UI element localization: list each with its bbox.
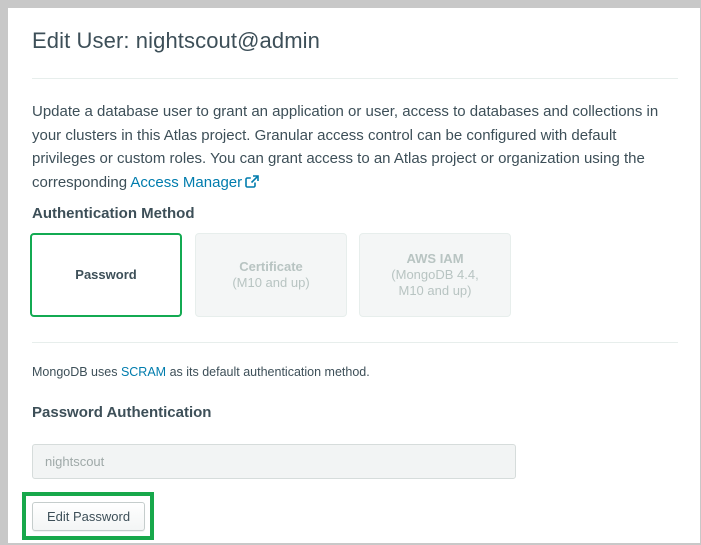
scram-note-prefix: MongoDB uses — [32, 365, 121, 379]
access-manager-link[interactable]: Access Manager — [130, 174, 259, 191]
access-manager-link-label: Access Manager — [130, 173, 243, 191]
edit-password-button[interactable]: Edit Password — [32, 502, 145, 531]
auth-option-title: AWS IAM — [406, 251, 464, 266]
modal-description: Update a database user to grant an appli… — [32, 100, 680, 195]
modal-title: Edit User: nightscout@admin — [32, 28, 320, 53]
external-link-icon — [245, 172, 259, 196]
auth-method-label: Authentication Method — [32, 205, 195, 222]
auth-divider — [32, 342, 678, 343]
auth-option-subtitle: (MongoDB 4.4, M10 and up) — [391, 267, 479, 298]
auth-option-title: Certificate — [239, 259, 303, 274]
auth-option-aws-iam: AWS IAM (MongoDB 4.4, M10 and up) — [359, 233, 511, 317]
title-divider — [32, 78, 678, 79]
auth-option-subtitle: (M10 and up) — [232, 275, 310, 290]
scram-note: MongoDB uses SCRAM as its default authen… — [32, 365, 370, 379]
auth-option-password[interactable]: Password — [30, 233, 182, 317]
auth-option-certificate: Certificate (M10 and up) — [195, 233, 347, 317]
screenshot-frame: Edit User: nightscout@admin Update a dat… — [0, 0, 701, 545]
scram-note-suffix: as its default authentication method. — [166, 365, 370, 379]
auth-option-title: Password — [75, 267, 137, 282]
username-input — [32, 444, 516, 479]
scram-link[interactable]: SCRAM — [121, 365, 166, 379]
password-auth-label: Password Authentication — [32, 404, 212, 421]
description-text: Update a database user to grant an appli… — [32, 103, 659, 191]
edit-user-modal: Edit User: nightscout@admin Update a dat… — [8, 8, 700, 543]
